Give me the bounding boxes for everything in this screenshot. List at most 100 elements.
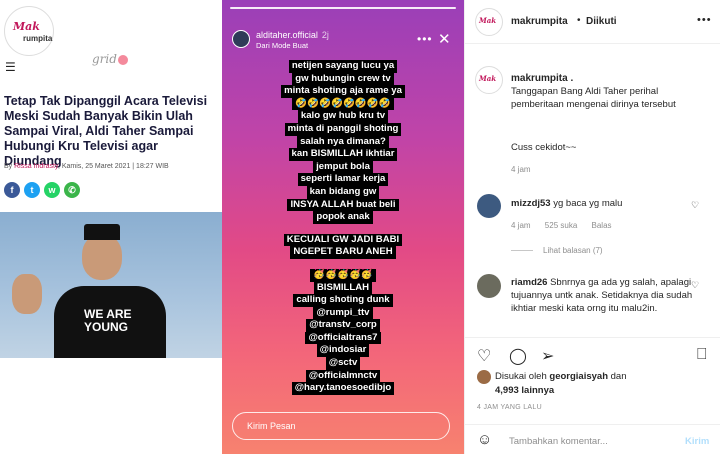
story-text-line: @officialtrans7 bbox=[305, 331, 381, 345]
story-time: 2j bbox=[321, 30, 329, 40]
grid-logo: grid bbox=[92, 52, 128, 66]
story-text-line: netijen sayang lucu ya bbox=[288, 60, 398, 73]
caption-username-line: makrumpita . bbox=[511, 73, 573, 84]
view-replies-label: Lihat balasan (7) bbox=[543, 246, 603, 255]
comment-icon[interactable]: ◯ bbox=[509, 346, 527, 366]
byline-author[interactable]: Rissa Indrasty bbox=[14, 163, 58, 170]
liker-username[interactable]: georgiaisyah bbox=[549, 371, 608, 382]
likes-line-2[interactable]: 4,993 lainnya bbox=[495, 385, 554, 396]
logo-text-main: Mak bbox=[13, 20, 40, 33]
caption-text-2: Cuss cekidot~~ bbox=[511, 142, 577, 153]
post-comment-button[interactable]: Kirim bbox=[685, 436, 709, 447]
caption-suffix: . bbox=[567, 73, 574, 84]
facebook-share-icon[interactable]: f bbox=[4, 182, 20, 198]
story-text-line: popok anak bbox=[313, 211, 373, 224]
story-text-line: KECUALI GW JADI BABI bbox=[283, 233, 403, 247]
story-text-line: 🤣🤣🤣🤣🤣🤣🤣🤣 bbox=[292, 97, 394, 111]
story-text-line: @sctv bbox=[325, 357, 361, 370]
story-line-gap bbox=[232, 224, 454, 234]
story-text-line: kalo gw hub kru tv bbox=[297, 110, 389, 123]
story-text-line: gw hubungin crew tv bbox=[292, 72, 394, 86]
likes-prefix: Disukai oleh bbox=[495, 371, 550, 382]
header-avatar-text: Mak bbox=[479, 16, 497, 25]
add-comment-bar: ☺ Tambahkan komentar... Kirim bbox=[465, 424, 720, 454]
story-more-icon[interactable]: ••• bbox=[417, 32, 433, 46]
likes-line-1: Disukai oleh georgiaisyah dan bbox=[495, 371, 627, 382]
emoji-icon[interactable]: ☺ bbox=[477, 431, 492, 448]
follow-status-button[interactable]: Diikuti bbox=[586, 16, 617, 27]
comment-likes[interactable]: 525 suka bbox=[545, 221, 577, 230]
story-panel: alditaher.official 2j Dari Mode Buat ••• … bbox=[222, 0, 464, 454]
makrumpita-logo[interactable]: Mak rumpita bbox=[4, 6, 54, 56]
header-username[interactable]: makrumpita bbox=[511, 16, 568, 27]
post-age: 4 JAM YANG LALU bbox=[477, 404, 542, 411]
caption-avatar[interactable]: Mak bbox=[475, 66, 503, 94]
logo-text-sub: rumpita bbox=[23, 34, 53, 43]
article-photo: WE ARE YOUNG bbox=[0, 212, 222, 358]
grid-logo-dot-icon bbox=[117, 54, 128, 65]
story-text-line: kan BISMILLAH ikhtiar bbox=[288, 148, 398, 161]
whatsapp-share-icon[interactable]: w bbox=[44, 182, 60, 198]
shirt-line-2: YOUNG bbox=[84, 320, 129, 334]
story-text-line: salah nya dimana? bbox=[297, 135, 389, 149]
comment-like-icon[interactable]: ♡ bbox=[691, 280, 699, 291]
story-subtitle: Dari Mode Buat bbox=[256, 41, 309, 50]
likes-others: lainnya bbox=[518, 385, 555, 396]
comment-time: 4 jam bbox=[511, 221, 531, 230]
article-byline: By Rissa Indrasty, Kamis, 25 Maret 2021 … bbox=[4, 163, 222, 170]
story-text-line: minta shoting aja rame ya bbox=[281, 85, 405, 98]
comment-like-icon[interactable]: ♡ bbox=[691, 200, 699, 211]
story-user: alditaher.official 2j bbox=[256, 30, 329, 40]
more-options-icon[interactable]: ••• bbox=[697, 14, 712, 26]
share-buttons: f t w ✆ bbox=[4, 182, 80, 198]
story-text-line: kan bidang gw bbox=[306, 185, 380, 199]
caption-time: 4 jam bbox=[511, 165, 531, 174]
story-text-line: calling shoting dunk bbox=[293, 294, 393, 307]
byline-date: , Kamis, 25 Maret 2021 | 18:27 WIB bbox=[57, 163, 169, 170]
story-reply-input[interactable]: Kirim Pesan bbox=[232, 412, 450, 440]
story-text-line: @indosiar bbox=[316, 344, 370, 358]
story-text-line: INSYA ALLAH buat beli bbox=[287, 198, 399, 212]
save-icon[interactable]: ⎕ bbox=[697, 346, 707, 364]
liker-avatar[interactable] bbox=[477, 370, 491, 384]
story-username[interactable]: alditaher.official bbox=[256, 30, 318, 40]
story-line-gap bbox=[232, 259, 454, 269]
comment-username[interactable]: mizzdj53 bbox=[511, 198, 551, 209]
twitter-share-icon[interactable]: t bbox=[24, 182, 40, 198]
likes-and: dan bbox=[608, 371, 627, 382]
story-text-line: @officialmnctv bbox=[305, 369, 381, 383]
story-text-line: seperti lamar kerja bbox=[297, 173, 389, 186]
story-avatar[interactable] bbox=[232, 30, 250, 48]
post-header: Mak makrumpita • Diikuti ••• bbox=[465, 0, 720, 44]
header-dot: • bbox=[577, 15, 581, 26]
story-text-line: jemput bola bbox=[313, 160, 373, 174]
story-text-line: 🥳🥳🥳🥳🥳 bbox=[310, 268, 376, 282]
share-icon[interactable]: ➢ bbox=[541, 346, 554, 366]
article-headline: Tetap Tak Dipanggil Acara Televisi Meski… bbox=[4, 94, 208, 168]
view-replies-button[interactable]: Lihat balasan (7) bbox=[511, 246, 603, 255]
comment-reply-button[interactable]: Balas bbox=[592, 221, 612, 230]
photo-peci bbox=[84, 224, 120, 240]
like-icon[interactable]: ♡ bbox=[477, 346, 491, 366]
header-avatar[interactable]: Mak bbox=[475, 8, 503, 36]
comment-username[interactable]: riamd26 bbox=[511, 277, 547, 288]
comment-input[interactable]: Tambahkan komentar... bbox=[509, 436, 608, 447]
grid-logo-text: grid bbox=[92, 52, 117, 66]
comment-avatar[interactable] bbox=[477, 194, 501, 218]
article-panel: Mak rumpita ☰ grid Tetap Tak Dipanggil A… bbox=[0, 0, 222, 454]
comment-body: yg baca yg malu bbox=[550, 198, 623, 209]
story-text-line: @transtv_corp bbox=[306, 319, 380, 332]
line-share-icon[interactable]: ✆ bbox=[64, 182, 80, 198]
comment-text: mizzdj53 yg baca yg malu bbox=[511, 197, 701, 210]
story-close-icon[interactable]: ✕ bbox=[438, 30, 451, 48]
story-progress-bar bbox=[230, 7, 456, 9]
caption-username[interactable]: makrumpita bbox=[511, 73, 568, 84]
comment-avatar[interactable] bbox=[477, 274, 501, 298]
caption-avatar-text: Mak bbox=[479, 74, 497, 83]
photo-hand bbox=[12, 274, 42, 314]
comment-text: riamd26 Sbnrnya ga ada yg salah, apalagi… bbox=[511, 276, 701, 315]
menu-icon[interactable]: ☰ bbox=[5, 60, 16, 74]
replies-dash bbox=[511, 250, 533, 252]
likes-count: 4,993 bbox=[495, 385, 519, 396]
photo-head bbox=[82, 234, 122, 280]
